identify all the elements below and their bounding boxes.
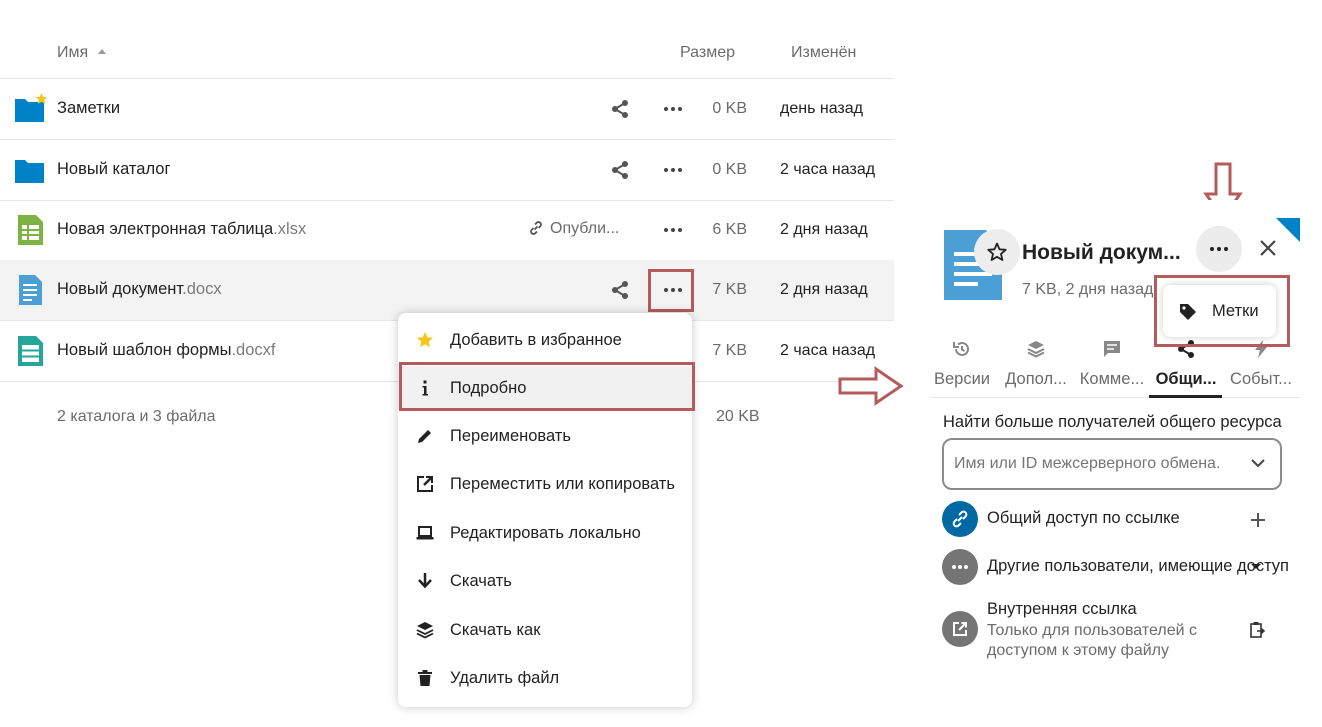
star-outline-icon <box>987 242 1007 261</box>
favorite-button[interactable] <box>974 229 1020 275</box>
file-modified: 2 дня назад <box>780 221 868 238</box>
file-size: 0 KB <box>712 100 747 117</box>
more-actions-icon <box>1210 247 1228 251</box>
form-template-icon <box>18 336 43 366</box>
file-size: 7 KB <box>712 342 747 359</box>
menu-item-rename[interactable]: Переименовать <box>398 414 692 458</box>
menu-item-add-favorite[interactable]: Добавить в избранное <box>398 318 692 362</box>
share-icon[interactable] <box>610 99 630 119</box>
file-name[interactable]: Новая электронная таблица.xlsx <box>57 220 306 239</box>
tabs-divider <box>930 397 1300 398</box>
tab-additional[interactable]: Допол... <box>1000 336 1072 398</box>
column-header-size[interactable]: Размер <box>680 44 735 62</box>
right-arrow-annotation <box>838 366 904 406</box>
tab-comments[interactable]: Комме... <box>1076 336 1148 398</box>
files-summary-size: 20 KB <box>716 408 760 425</box>
file-modified: 2 дня назад <box>780 281 868 298</box>
annotation-highlight-more <box>648 269 694 312</box>
internal-link-avatar <box>942 611 978 647</box>
pencil-icon <box>418 430 431 443</box>
file-size: 6 KB <box>712 221 747 238</box>
folder-favorite-icon <box>15 93 46 122</box>
download-icon <box>418 573 432 589</box>
others-avatar <box>942 549 978 585</box>
link-avatar <box>942 501 978 537</box>
others-with-access-row[interactable]: Другие пользователи, имеющие доступ <box>942 549 1292 593</box>
file-name[interactable]: Новый документ.docx <box>57 280 222 299</box>
sort-ascending-icon <box>98 49 107 54</box>
tab-versions[interactable]: Версии <box>926 336 998 398</box>
sidebar-subtitle: 7 KB, 2 дня назад <box>1022 281 1154 298</box>
close-icon[interactable] <box>1255 235 1281 261</box>
table-row-selected[interactable]: Новый документ.docx 7 KB 2 дня назад <box>0 260 894 321</box>
more-actions-icon[interactable] <box>662 99 684 119</box>
file-modified: день назад <box>780 100 863 117</box>
table-row[interactable]: Новая электронная таблица.xlsx Опубли...… <box>0 200 894 261</box>
find-recipients-label: Найти больше получателей общего ресурса <box>943 413 1282 431</box>
star-icon <box>417 332 433 348</box>
menu-item-download[interactable]: Скачать <box>398 559 692 603</box>
sidebar-title: Новый докум... <box>1022 241 1181 264</box>
link-icon <box>530 221 542 235</box>
table-row[interactable]: Заметки 0 KB день назад <box>0 79 894 140</box>
share-search-field[interactable] <box>942 438 1282 490</box>
menu-item-delete[interactable]: Удалить файл <box>398 656 692 700</box>
more-actions-icon <box>952 565 968 569</box>
spreadsheet-icon <box>18 215 43 245</box>
more-actions-icon[interactable] <box>662 160 684 180</box>
file-name[interactable]: Новый шаблон формы.docxf <box>57 341 276 360</box>
share-link-row[interactable]: Общий доступ по ссылке <box>942 501 1292 545</box>
files-summary: 2 каталога и 3 файла <box>57 408 216 425</box>
more-actions-icon[interactable] <box>662 220 684 240</box>
menu-item-download-as[interactable]: Скачать как <box>398 608 692 652</box>
external-link-icon <box>417 476 433 492</box>
history-icon <box>953 341 969 356</box>
table-row[interactable]: Новый каталог 0 KB 2 часа назад <box>0 140 894 201</box>
external-link-icon <box>953 622 967 636</box>
file-size: 7 KB <box>712 281 747 298</box>
menu-item-edit-locally[interactable]: Редактировать локально <box>398 511 692 555</box>
folder-icon <box>15 160 44 183</box>
laptop-icon <box>416 526 434 540</box>
share-icon[interactable] <box>610 160 630 180</box>
clipboard-icon[interactable] <box>1248 621 1266 639</box>
column-header-modified[interactable]: Изменён <box>791 44 856 62</box>
annotation-highlight-tags <box>1154 275 1290 347</box>
share-search-input[interactable] <box>954 452 1244 476</box>
menu-item-move-copy[interactable]: Переместить или копировать <box>398 462 692 506</box>
comment-icon <box>1104 341 1120 357</box>
layers-icon <box>416 622 434 639</box>
share-icon[interactable] <box>610 280 630 300</box>
published-link[interactable]: Опубли... <box>528 220 619 238</box>
file-name[interactable]: Заметки <box>57 99 120 118</box>
file-modified: 2 часа назад <box>780 161 876 178</box>
sidebar-more-button[interactable] <box>1196 226 1242 272</box>
file-size: 0 KB <box>712 161 747 178</box>
document-icon <box>19 275 42 305</box>
chevron-down-icon[interactable] <box>1250 457 1266 469</box>
file-name[interactable]: Новый каталог <box>57 160 170 179</box>
layers-icon <box>1027 341 1045 358</box>
chevron-down-icon[interactable] <box>1250 563 1262 571</box>
annotation-highlight-details <box>399 362 695 411</box>
link-icon <box>952 510 968 528</box>
active-tab-indicator <box>1149 395 1222 398</box>
trash-icon <box>418 670 432 686</box>
column-header-name[interactable]: Имя <box>57 44 107 62</box>
internal-link-row[interactable]: Внутренняя ссылка Только для пользовател… <box>942 593 1292 663</box>
add-link-icon[interactable] <box>1249 511 1267 529</box>
file-modified: 2 часа назад <box>780 342 876 359</box>
